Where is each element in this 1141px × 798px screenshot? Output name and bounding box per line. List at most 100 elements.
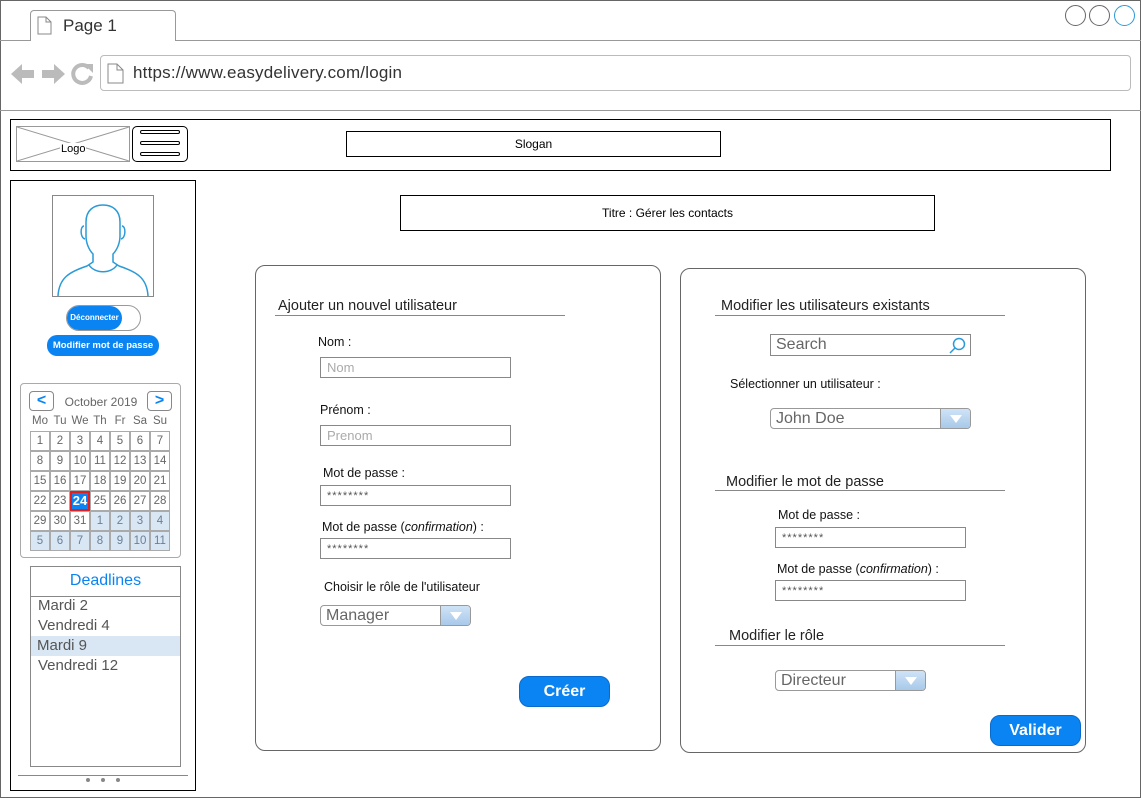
calendar-month-label: October 2019 <box>64 395 138 409</box>
reload-icon[interactable] <box>70 61 96 87</box>
edit-password-confirm-input[interactable]: ******** <box>775 580 966 601</box>
validate-button[interactable]: Valider <box>990 715 1081 746</box>
calendar-day[interactable]: 30 <box>50 511 70 531</box>
nom-input[interactable]: Nom <box>320 357 511 378</box>
calendar-next-button[interactable]: > <box>147 391 172 411</box>
calendar-day[interactable]: 23 <box>50 491 70 511</box>
calendar-day[interactable]: 9 <box>50 451 70 471</box>
hamburger-line <box>140 152 180 156</box>
calendar-day[interactable]: 8 <box>90 531 110 551</box>
hamburger-line <box>140 130 180 134</box>
page-icon <box>37 16 52 35</box>
calendar-weekday: Th <box>93 415 107 427</box>
list-item[interactable]: Mardi 9 <box>37 637 87 654</box>
disconnect-toggle-label[interactable]: Déconnecter <box>67 306 122 330</box>
calendar-day[interactable]: 4 <box>150 511 170 531</box>
url-text: https://www.easydelivery.com/login <box>133 63 403 82</box>
calendar-day[interactable]: 9 <box>110 531 130 551</box>
user-select[interactable]: John Doe <box>770 408 971 429</box>
calendar-weekday: Su <box>152 415 168 427</box>
calendar-day[interactable]: 31 <box>70 511 90 531</box>
calendar-day[interactable]: 13 <box>130 451 150 471</box>
list-item[interactable]: Vendredi 4 <box>38 617 110 634</box>
more-dots-icon[interactable] <box>116 778 120 782</box>
calendar-day[interactable]: 21 <box>150 471 170 491</box>
calendar-day[interactable]: 1 <box>30 431 50 451</box>
calendar-day[interactable]: 14 <box>150 451 170 471</box>
calendar-day[interactable]: 26 <box>110 491 130 511</box>
chevron-down-icon[interactable] <box>940 409 970 428</box>
edit-password-label: Mot de passe : <box>778 508 860 522</box>
calendar-day[interactable]: 2 <box>110 511 130 531</box>
deadlines-title: Deadlines <box>30 566 181 597</box>
calendar-day[interactable]: 17 <box>70 471 90 491</box>
section-divider <box>715 490 1005 491</box>
maximize-icon[interactable] <box>1089 5 1110 26</box>
calendar-weekday: Mo <box>32 415 48 427</box>
calendar-day[interactable]: 11 <box>90 451 110 471</box>
back-arrow-icon[interactable] <box>10 62 36 86</box>
select-user-label: Sélectionner un utilisateur : <box>730 377 881 391</box>
page-title: Titre : Gérer les contacts <box>400 195 935 231</box>
calendar-day[interactable]: 6 <box>130 431 150 451</box>
calendar-day[interactable]: 16 <box>50 471 70 491</box>
calendar-day[interactable]: 20 <box>130 471 150 491</box>
calendar-prev-button[interactable]: < <box>29 391 54 411</box>
calendar-weekday: Fr <box>114 415 126 427</box>
calendar-day[interactable]: 4 <box>90 431 110 451</box>
chevron-down-icon[interactable] <box>895 671 925 690</box>
calendar-day[interactable]: 11 <box>150 531 170 551</box>
create-button[interactable]: Créer <box>519 676 610 707</box>
more-dots-icon[interactable] <box>86 778 90 782</box>
user-select-value: John Doe <box>776 410 845 427</box>
list-item[interactable]: Vendredi 12 <box>38 657 118 674</box>
calendar-day[interactable]: 27 <box>130 491 150 511</box>
change-password-button[interactable]: Modifier mot de passe <box>47 335 159 356</box>
calendar-day[interactable]: 15 <box>30 471 50 491</box>
calendar-day[interactable]: 6 <box>50 531 70 551</box>
calendar-day[interactable]: 29 <box>30 511 50 531</box>
section-divider <box>275 315 565 316</box>
calendar-day[interactable]: 12 <box>110 451 130 471</box>
more-dots-icon[interactable] <box>101 778 105 782</box>
calendar-day[interactable]: 10 <box>70 451 90 471</box>
role-select-value: Manager <box>326 607 390 624</box>
chrome-divider <box>0 110 1141 111</box>
close-icon[interactable] <box>1114 5 1135 26</box>
calendar-day[interactable]: 7 <box>150 431 170 451</box>
tab-title: Page 1 <box>63 16 117 35</box>
calendar-day[interactable]: 5 <box>30 531 50 551</box>
edit-role-select[interactable]: Directeur <box>775 670 926 691</box>
calendar-day[interactable]: 25 <box>90 491 110 511</box>
forward-arrow-icon[interactable] <box>40 62 66 86</box>
calendar-day[interactable]: 22 <box>30 491 50 511</box>
password-section-title: Modifier le mot de passe <box>726 474 884 490</box>
calendar-day[interactable]: 28 <box>150 491 170 511</box>
minimize-icon[interactable] <box>1065 5 1086 26</box>
list-item[interactable]: Mardi 2 <box>38 597 88 614</box>
calendar-day[interactable]: 3 <box>130 511 150 531</box>
role-select[interactable]: Manager <box>320 605 471 626</box>
chevron-down-icon[interactable] <box>440 606 470 625</box>
edit-password-input[interactable]: ******** <box>775 527 966 548</box>
calendar-day[interactable]: 7 <box>70 531 90 551</box>
prenom-input[interactable]: Prenom <box>320 425 511 446</box>
search-placeholder: Search <box>776 336 827 353</box>
password-input[interactable]: ******** <box>320 485 511 506</box>
calendar-day[interactable]: 18 <box>90 471 110 491</box>
calendar-day[interactable]: 5 <box>110 431 130 451</box>
password-confirm-input[interactable]: ******** <box>320 538 511 559</box>
edit-role-select-value: Directeur <box>781 672 846 689</box>
calendar-day[interactable]: 8 <box>30 451 50 471</box>
calendar-day[interactable]: 3 <box>70 431 90 451</box>
section-divider <box>715 315 1005 316</box>
search-input[interactable]: Search <box>770 334 971 356</box>
calendar-day[interactable]: 1 <box>90 511 110 531</box>
section-divider <box>715 645 1005 646</box>
calendar-day[interactable]: 24 <box>70 491 90 511</box>
calendar-day[interactable]: 19 <box>110 471 130 491</box>
password-confirm-label: Mot de passe (confirmation) : <box>322 520 484 534</box>
search-icon[interactable] <box>948 336 968 355</box>
calendar-day[interactable]: 10 <box>130 531 150 551</box>
calendar-day[interactable]: 2 <box>50 431 70 451</box>
